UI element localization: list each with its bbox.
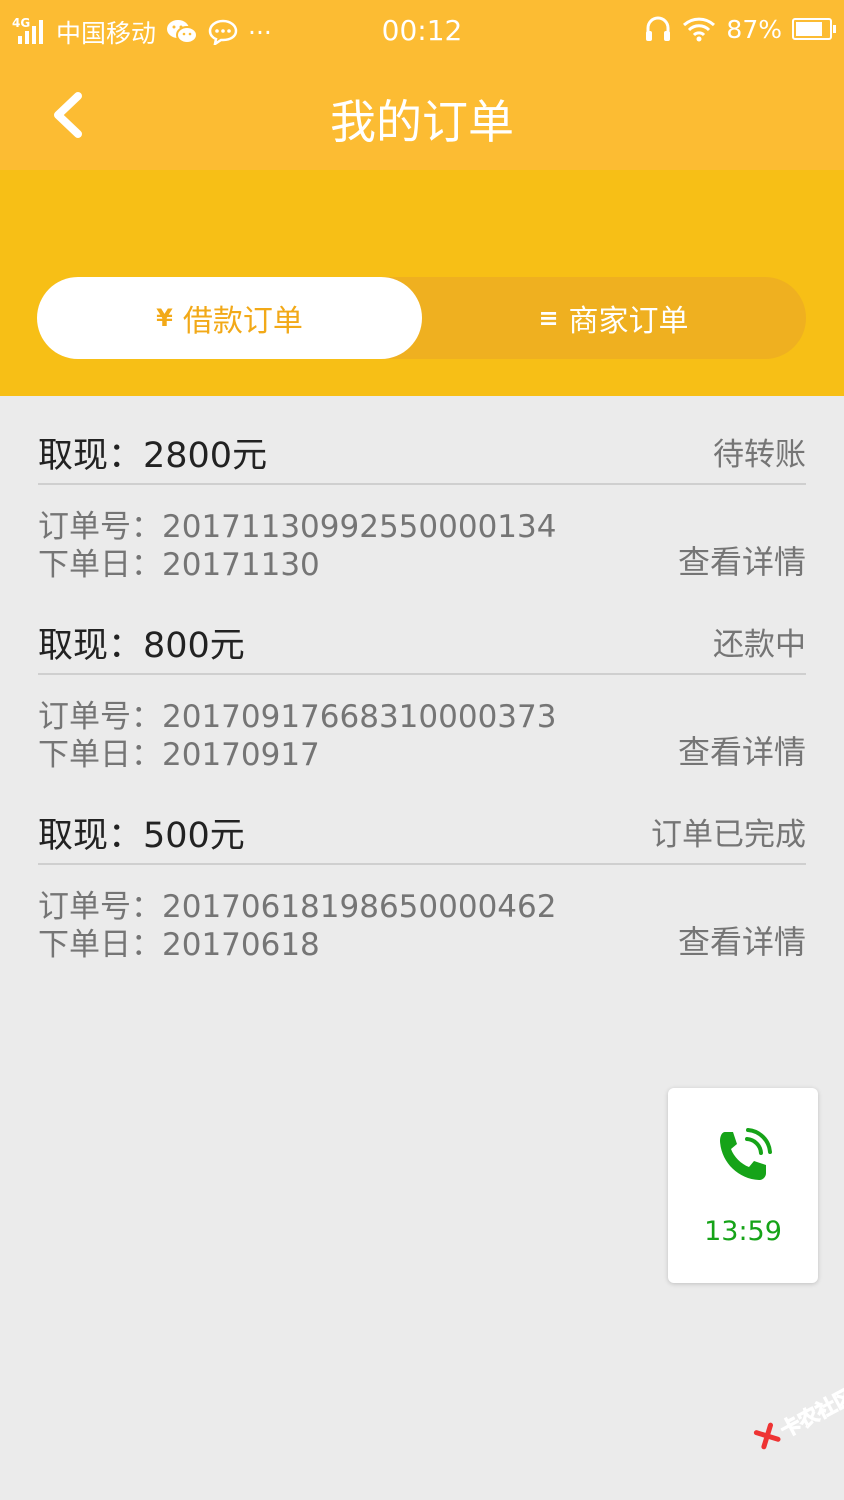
order-item: 取现：800元 还款中 订单号：20170917668310000373 下单日…	[38, 595, 806, 785]
view-details-link[interactable]: 查看详情	[678, 917, 806, 963]
phone-ringing-icon	[720, 1128, 772, 1180]
status-right: 87%	[644, 14, 836, 44]
order-date: 下单日：20171130	[38, 547, 320, 583]
order-type-tabs: ¥ 借款订单 ≡ 商家订单	[37, 277, 806, 359]
order-body: 订单号：20170618198650000462 下单日：20170618 查看…	[38, 865, 806, 975]
order-status: 订单已完成	[651, 817, 806, 853]
view-details-link[interactable]: 查看详情	[678, 727, 806, 773]
order-status: 待转账	[713, 437, 806, 473]
order-body: 订单号：20171130992550000134 下单日：20171130 查看…	[38, 485, 806, 595]
order-header: 取现：2800元 待转账	[38, 405, 806, 485]
order-amount: 取现：500元	[38, 816, 245, 856]
order-header: 取现：800元 还款中	[38, 595, 806, 675]
list-icon: ≡	[538, 304, 559, 332]
headphones-icon	[646, 16, 671, 41]
order-amount: 取现：2800元	[38, 436, 268, 476]
tab-band: ¥ 借款订单 ≡ 商家订单	[0, 170, 844, 396]
watermark-logo: 卡农社区	[742, 1365, 844, 1465]
status-bar: 4G 中国移动 ··· 00:12 87%	[0, 0, 844, 62]
tab-merchant-orders[interactable]: ≡ 商家订单	[421, 277, 806, 359]
page-title: 我的订单	[330, 95, 514, 149]
order-header: 取现：500元 订单已完成	[38, 785, 806, 865]
watermark-text: 卡农社区	[776, 1383, 844, 1443]
order-item: 取现：500元 订单已完成 订单号：20170618198650000462 下…	[38, 785, 806, 975]
tab-label: 商家订单	[568, 304, 689, 339]
order-amount: 取现：800元	[38, 626, 245, 666]
order-item: 取现：2800元 待转账 订单号：20171130992550000134 下单…	[38, 405, 806, 595]
tab-label: 借款订单	[182, 304, 303, 339]
nav-bar: 我的订单	[0, 62, 844, 170]
logo-icon	[753, 1422, 781, 1450]
battery-percent: 87%	[726, 14, 782, 44]
order-date: 下单日：20170917	[38, 737, 320, 773]
tab-loan-orders[interactable]: ¥ 借款订单	[37, 277, 422, 359]
view-details-link[interactable]: 查看详情	[678, 537, 806, 583]
yen-icon: ¥	[156, 304, 173, 332]
call-timer: 13:59	[704, 1216, 782, 1247]
battery-icon	[792, 18, 836, 40]
wifi-icon	[683, 17, 716, 42]
order-body: 订单号：20170917668310000373 下单日：20170917 查看…	[38, 675, 806, 785]
order-date: 下单日：20170618	[38, 927, 320, 963]
call-widget[interactable]: 13:59	[668, 1088, 818, 1283]
order-status: 还款中	[713, 627, 806, 663]
